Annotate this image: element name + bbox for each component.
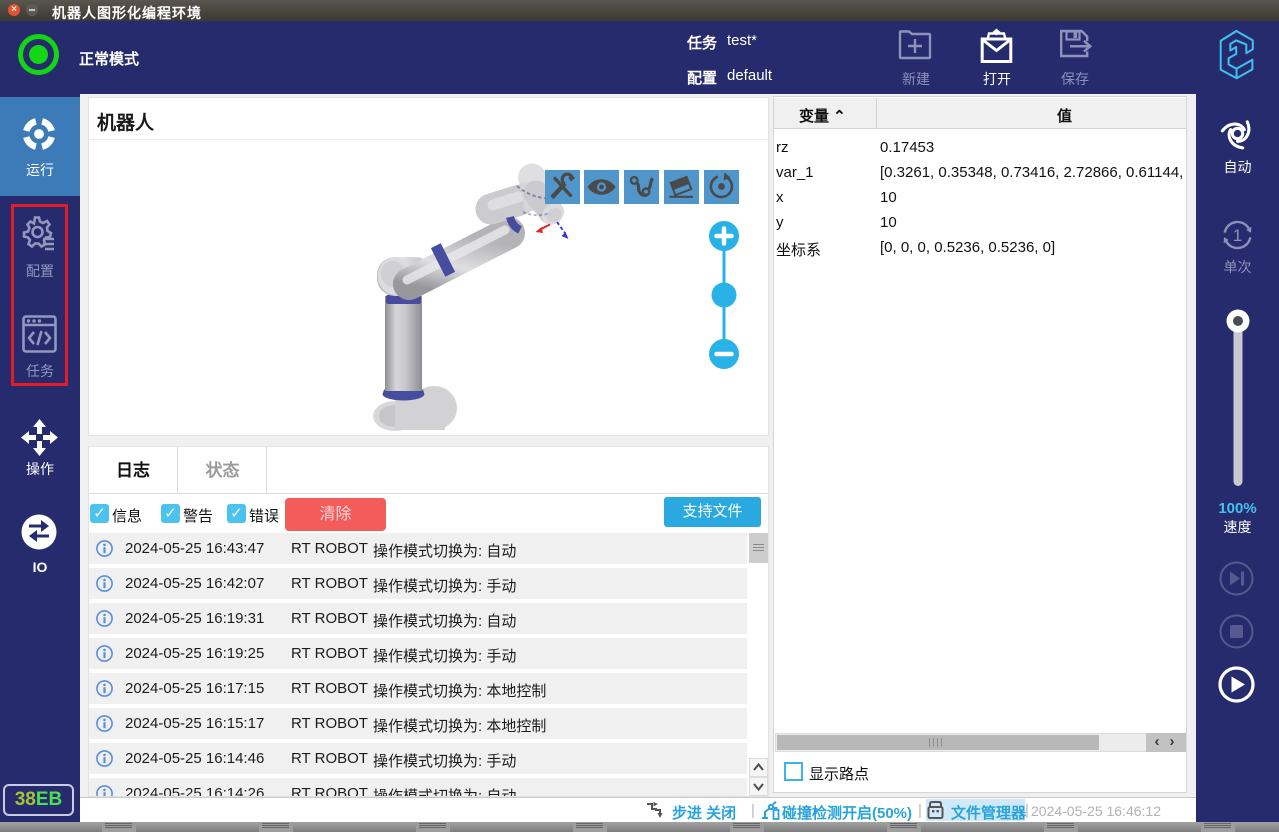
svg-text:1: 1 (1233, 226, 1242, 245)
